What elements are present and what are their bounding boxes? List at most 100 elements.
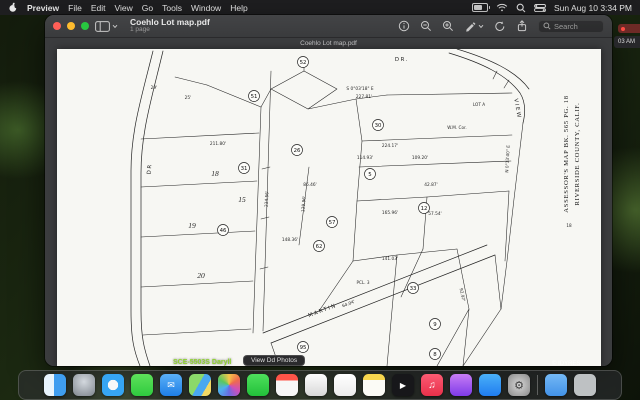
floating-page-label: Coehlo Lot map.pdf — [45, 40, 612, 47]
dock-messages-icon[interactable] — [131, 374, 153, 396]
dock-photos-icon[interactable] — [218, 374, 240, 396]
dim-label: 148.36' — [282, 237, 298, 243]
dock-maps-icon[interactable] — [189, 374, 211, 396]
dock-launchpad-icon[interactable] — [73, 374, 95, 396]
menu-clock[interactable]: Sun Aug 10 3:34 PM — [554, 3, 632, 13]
dock-app-store-icon[interactable] — [479, 374, 501, 396]
zoom-in-icon[interactable] — [442, 20, 454, 32]
lot-a-label: LOT A — [473, 102, 485, 107]
parcel-circle-31: 31 — [239, 163, 250, 174]
battery-icon[interactable] — [472, 3, 488, 12]
parcel-number: 51 — [251, 94, 258, 100]
dock-separator — [537, 375, 538, 395]
dim-label: S 0°03'18" E — [346, 86, 373, 92]
dim-label: 114.93' — [357, 155, 373, 161]
dock-settings-icon[interactable]: ⚙ — [508, 374, 530, 396]
markup-pen-icon[interactable] — [464, 20, 484, 32]
parcel-circle-33: 33 — [408, 283, 419, 294]
control-center-icon[interactable] — [534, 4, 546, 12]
menu-edit[interactable]: Edit — [91, 3, 106, 13]
dim-label: 141.03' — [382, 256, 398, 262]
info-icon[interactable] — [398, 20, 410, 32]
watermark-label: © IDYRES — [552, 361, 580, 367]
parcel-circle-30: 30 — [373, 120, 384, 131]
lot-number-20: 20 — [197, 271, 205, 280]
page-count-label: 1 page — [130, 27, 210, 34]
parcel-number: 30 — [375, 123, 382, 129]
parcel-number: 46 — [220, 228, 227, 234]
dock-folder-icon[interactable] — [545, 374, 567, 396]
dock-calendar-icon[interactable] — [276, 374, 298, 396]
search-field[interactable]: Search — [538, 20, 604, 33]
title-bar[interactable]: Coehlo Lot map.pdf 1 page — [45, 15, 612, 38]
search-placeholder: Search — [554, 22, 578, 31]
dim-label: 64.04' — [341, 299, 356, 309]
dim-label: 224.17' — [382, 143, 398, 149]
close-button[interactable] — [53, 22, 61, 30]
menu-file[interactable]: File — [68, 3, 82, 13]
assessor-line-1: ASSESSOR'S MAP BK. 565 PG. 18 — [563, 95, 570, 212]
parcel-circle-57: 57 — [327, 217, 338, 228]
dim-label: N 0°13'40" E — [504, 145, 511, 173]
parcel-number: 5 — [368, 172, 371, 178]
share-icon[interactable] — [516, 20, 528, 32]
parcel-number: 57 — [329, 220, 336, 226]
parcel-number: 12 — [421, 206, 428, 212]
desktop: Preview File Edit View Go Tools Window H… — [0, 0, 640, 400]
parcel-number: 95 — [300, 345, 307, 351]
dim-label: 211.80' — [210, 141, 226, 147]
apple-menu-icon[interactable] — [8, 2, 18, 13]
sidebar-toggle-icon[interactable] — [95, 21, 118, 32]
parcel-circle-8: 8 — [430, 349, 441, 360]
dim-label: 234.56' — [264, 191, 271, 208]
dock-contacts-icon[interactable] — [305, 374, 327, 396]
notification-edge-red[interactable] — [618, 24, 640, 33]
wifi-icon[interactable] — [496, 3, 508, 12]
lot-number-19: 19 — [188, 221, 196, 230]
menu-help[interactable]: Help — [230, 3, 247, 13]
menu-app-name[interactable]: Preview — [27, 3, 59, 13]
dock-tv-icon[interactable]: ▶ — [392, 374, 414, 396]
zoom-button[interactable] — [81, 22, 89, 30]
dock-podcasts-icon[interactable] — [450, 374, 472, 396]
parcel-circle-95: 95 — [298, 342, 309, 353]
document-area: Coehlo Lot map.pdf — [45, 38, 612, 366]
street-label-dr-top: DR. — [395, 57, 409, 63]
menu-tools[interactable]: Tools — [162, 3, 182, 13]
menu-view[interactable]: View — [115, 3, 133, 13]
assessor-line-2: RIVERSIDE COUNTY, CALIF. — [574, 103, 581, 206]
sce-overlay-label: SCE-5503S Daryll — [173, 359, 231, 366]
parcel-circle-52: 52 — [298, 57, 309, 68]
spotlight-icon[interactable] — [516, 3, 526, 13]
street-label-view: VIEW — [512, 98, 521, 119]
dim-label: 25' — [185, 95, 192, 101]
view-photos-tooltip: View Dd Photos — [243, 355, 305, 366]
dim-label: 57.54' — [428, 211, 441, 217]
dock-trash-icon[interactable] — [574, 374, 596, 396]
minimize-button[interactable] — [67, 22, 75, 30]
dock-finder-icon[interactable] — [44, 374, 66, 396]
parcel-circle-62: 62 — [314, 241, 325, 252]
notification-edge-time[interactable]: 03 AM — [614, 36, 640, 48]
parcel-number: 26 — [294, 148, 301, 154]
dock-facetime-icon[interactable] — [247, 374, 269, 396]
pdf-page: 52 51 30 26 31 5 12 57 46 62 33 9 95 8 1… — [57, 49, 601, 366]
lot-number-15: 15 — [238, 195, 246, 204]
preview-window: Coehlo Lot map.pdf 1 page — [45, 15, 612, 366]
menu-window[interactable]: Window — [191, 3, 221, 13]
dock-safari-icon[interactable] — [102, 374, 124, 396]
dock: ✉ ▶ ♫ ⚙ — [18, 370, 622, 400]
parcel-number: 62 — [316, 244, 323, 250]
parcel-number: 9 — [433, 322, 437, 328]
menu-go[interactable]: Go — [142, 3, 153, 13]
zoom-out-icon[interactable] — [420, 20, 432, 32]
rotate-icon[interactable] — [494, 20, 506, 32]
dim-label: 227.81' — [356, 94, 372, 100]
dock-notes-icon[interactable] — [363, 374, 385, 396]
dock-music-icon[interactable]: ♫ — [421, 374, 443, 396]
wm-cor-label: W.M. Cor. — [447, 125, 466, 130]
dock-reminders-icon[interactable] — [334, 374, 356, 396]
dock-mail-icon[interactable]: ✉ — [160, 374, 182, 396]
toolbar: Search — [398, 20, 604, 33]
lot-number-18: 18 — [211, 169, 219, 178]
